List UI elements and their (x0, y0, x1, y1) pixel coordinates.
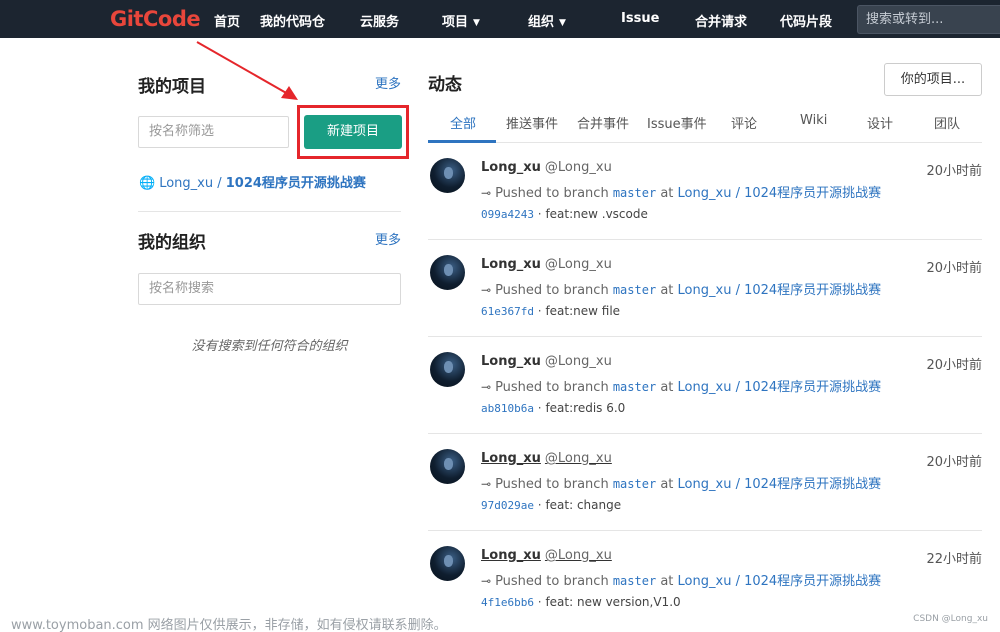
org-search-input[interactable]: 按名称搜索 (138, 273, 401, 305)
event-user-handle: @Long_xu (544, 257, 612, 272)
csdn-watermark: CSDN @Long_xu (913, 614, 988, 624)
repo-link[interactable]: Long_xu / 1024程序员开源挑战赛 (678, 283, 882, 298)
event-user-link[interactable]: Long_xu (481, 354, 541, 369)
tab-team[interactable]: 团队 (934, 113, 960, 132)
nav-my-repos[interactable]: 我的代码仓 (260, 11, 325, 30)
your-projects-dropdown[interactable]: 你的项目... (884, 63, 982, 96)
tab-all[interactable]: 全部 (450, 113, 476, 132)
commit-message: feat:new .vscode (545, 207, 648, 221)
event-user-link[interactable]: Long_xu (481, 548, 541, 563)
event-user-handle: @Long_xu (544, 354, 612, 369)
tab-wiki[interactable]: Wiki (800, 113, 827, 128)
repo-link[interactable]: Long_xu / 1024程序员开源挑战赛 (678, 186, 882, 201)
globe-icon: 🌐 (139, 176, 156, 191)
commit-icon: ⊸ (481, 186, 492, 200)
avatar[interactable] (430, 449, 465, 484)
project-list-item[interactable]: 🌐 Long_xu / 1024程序员开源挑战赛 (139, 172, 366, 191)
top-navbar: GitCode 首页 我的代码仓 云服务 项目 ▼ 组织 ▼ Issue 合并请求 … (0, 0, 1000, 38)
activity-event: Long_xu @Long_xu 22小时前 ⊸ Pushed to branch … (428, 531, 982, 615)
site-watermark: www.toymoban.com 网络图片仅供展示，非存储，如有侵权请联系删除。 (11, 618, 447, 632)
tab-merge-events[interactable]: 合并事件 (577, 113, 629, 132)
nav-projects-dropdown[interactable]: 项目 ▼ (442, 11, 480, 30)
commit-message: feat: change (545, 498, 622, 512)
event-time: 22小时前 (926, 552, 982, 567)
projects-more-link[interactable]: 更多 (375, 73, 401, 92)
event-user-link[interactable]: Long_xu (481, 451, 541, 466)
orgs-empty-message: 没有搜索到任何符合的组织 (191, 339, 348, 354)
gitcode-logo[interactable]: GitCode (110, 7, 201, 31)
my-orgs-title: 我的组织 (138, 233, 206, 253)
event-time: 20小时前 (926, 261, 982, 276)
activity-event: Long_xu @Long_xu 20小时前 ⊸ Pushed to branch … (428, 337, 982, 434)
tab-issue-events[interactable]: Issue事件 (647, 113, 707, 132)
repo-link[interactable]: Long_xu / 1024程序员开源挑战赛 (678, 380, 882, 395)
avatar[interactable] (430, 546, 465, 581)
commit-message: feat:redis 6.0 (545, 401, 626, 415)
nav-orgs-dropdown[interactable]: 组织 ▼ (528, 11, 566, 30)
my-projects-title: 我的项目 (138, 77, 206, 97)
nav-snippets[interactable]: 代码片段 (780, 11, 832, 30)
commit-icon: ⊸ (481, 283, 492, 297)
event-time: 20小时前 (926, 455, 982, 470)
avatar[interactable] (430, 352, 465, 387)
activity-tabs: 全部 推送事件 合并事件 Issue事件 评论 Wiki 设计 团队 (428, 103, 982, 143)
branch-link[interactable]: master (613, 574, 656, 588)
nav-merge-requests[interactable]: 合并请求 (695, 11, 747, 30)
nav-home[interactable]: 首页 (214, 11, 240, 30)
commit-message: feat:new file (545, 304, 621, 318)
commit-icon: ⊸ (481, 380, 492, 394)
repo-link[interactable]: Long_xu / 1024程序员开源挑战赛 (678, 477, 882, 492)
activity-event: Long_xu @Long_xu 20小时前 ⊸ Pushed to branch … (428, 143, 982, 240)
branch-link[interactable]: master (613, 283, 656, 297)
new-project-button[interactable]: 新建项目 (304, 115, 402, 149)
activity-event: Long_xu @Long_xu 20小时前 ⊸ Pushed to branch … (428, 240, 982, 337)
chevron-down-icon: ▼ (559, 18, 566, 28)
event-user-handle: @Long_xu (544, 451, 612, 466)
branch-link[interactable]: master (613, 380, 656, 394)
chevron-down-icon: ▼ (473, 18, 480, 28)
tab-design[interactable]: 设计 (867, 113, 893, 132)
repo-link[interactable]: Long_xu / 1024程序员开源挑战赛 (678, 574, 882, 589)
tab-comments[interactable]: 评论 (731, 113, 757, 132)
commit-sha-link[interactable]: 61e367fd (481, 305, 534, 318)
tab-push-events[interactable]: 推送事件 (506, 113, 558, 132)
event-user-handle: @Long_xu (544, 160, 612, 175)
activity-event: Long_xu @Long_xu 20小时前 ⊸ Pushed to branch … (428, 434, 982, 531)
avatar[interactable] (430, 158, 465, 193)
branch-link[interactable]: master (613, 186, 656, 200)
commit-icon: ⊸ (481, 477, 492, 491)
nav-cloud-services[interactable]: 云服务 (360, 11, 399, 30)
project-filter-input[interactable]: 按名称筛选 (138, 116, 289, 148)
activity-title: 动态 (428, 75, 462, 95)
commit-sha-link[interactable]: 97d029ae (481, 499, 534, 512)
commit-message: feat: new version,V1.0 (545, 595, 681, 609)
avatar[interactable] (430, 255, 465, 290)
commit-icon: ⊸ (481, 574, 492, 588)
event-user-link[interactable]: Long_xu (481, 160, 541, 175)
event-user-link[interactable]: Long_xu (481, 257, 541, 272)
branch-link[interactable]: master (613, 477, 656, 491)
orgs-more-link[interactable]: 更多 (375, 229, 401, 248)
commit-sha-link[interactable]: ab810b6a (481, 402, 534, 415)
event-time: 20小时前 (926, 358, 982, 373)
section-divider (138, 211, 401, 212)
nav-issue[interactable]: Issue (621, 11, 659, 26)
commit-sha-link[interactable]: 4f1e6bb6 (481, 596, 534, 609)
commit-sha-link[interactable]: 099a4243 (481, 208, 534, 221)
event-time: 20小时前 (926, 164, 982, 179)
event-user-handle: @Long_xu (544, 548, 612, 563)
global-search-input[interactable]: 搜索或转到... (857, 5, 1000, 34)
